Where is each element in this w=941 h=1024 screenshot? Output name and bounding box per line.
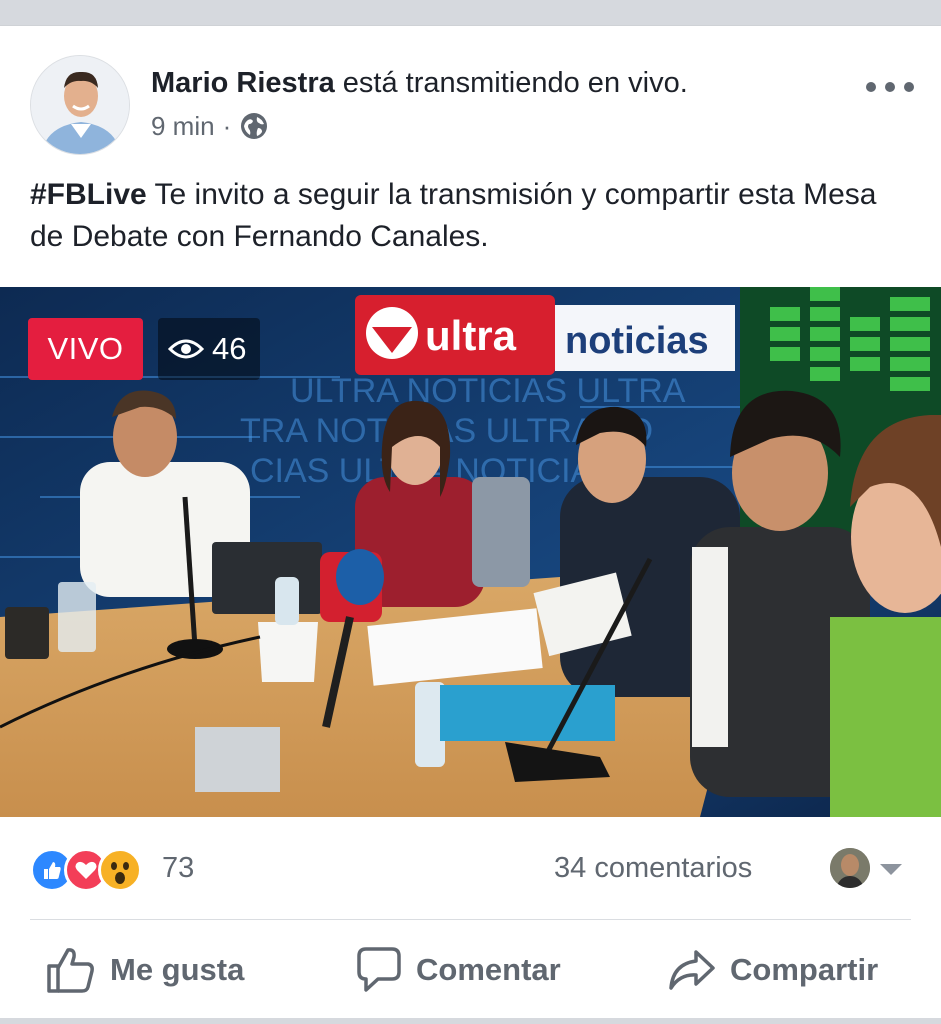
more-options-button[interactable] <box>862 70 918 104</box>
live-badge: VIVO <box>28 318 143 380</box>
overlay-brand-text: ultra <box>425 312 517 359</box>
feed-separator-bottom <box>0 1018 941 1024</box>
author-photo <box>31 56 129 154</box>
share-button[interactable]: Compartir <box>668 944 878 996</box>
author-avatar[interactable] <box>30 55 130 155</box>
thumbs-up-icon <box>47 948 94 993</box>
divider <box>30 919 911 920</box>
globe-icon <box>241 113 268 139</box>
overlay-sub-text: noticias <box>565 320 709 362</box>
commenter-avatar[interactable] <box>830 848 870 888</box>
like-button[interactable]: Me gusta <box>46 944 244 996</box>
svg-text:ULTRA NOTICIAS ULTRA: ULTRA NOTICIAS ULTRA <box>290 372 686 410</box>
author-name[interactable]: Mario Riestra <box>151 67 335 99</box>
more-dot <box>866 82 876 92</box>
post-action-text: está transmitiendo en vivo. <box>342 67 688 99</box>
post-body: Te invito a seguir la transmisión y comp… <box>30 178 877 253</box>
more-dot <box>885 82 895 92</box>
viewer-count: 46 <box>212 331 247 366</box>
comment-icon <box>357 947 401 992</box>
post-timestamp[interactable]: 9 min <box>151 110 215 142</box>
meta-separator: · <box>222 111 232 141</box>
hashtag-link[interactable]: #FBLive <box>30 178 147 211</box>
share-label: Compartir <box>730 952 879 987</box>
reaction-icons[interactable] <box>30 848 142 892</box>
post-actions: Me gusta Comentar Compartir <box>0 922 941 1018</box>
reactions-summary: 73 34 comentarios <box>0 840 941 904</box>
feed-separator-top <box>0 0 941 26</box>
like-label: Me gusta <box>110 952 245 987</box>
more-dot <box>904 82 914 92</box>
post-text: #FBLive Te invito a seguir la transmisió… <box>30 174 910 258</box>
comments-count[interactable]: 34 comentarios <box>554 852 752 885</box>
share-arrow-icon <box>669 950 715 990</box>
post-meta: 9 min · <box>151 110 269 142</box>
comment-label: Comentar <box>416 952 561 987</box>
post-header-line: Mario Riestra está transmitiendo en vivo… <box>151 66 688 100</box>
eye-icon <box>168 339 204 359</box>
chevron-down-icon[interactable] <box>880 864 902 875</box>
reaction-count[interactable]: 73 <box>162 852 194 885</box>
wow-reaction-icon <box>98 848 142 892</box>
comment-button[interactable]: Comentar <box>356 944 561 996</box>
viewer-counter: 46 <box>158 318 261 380</box>
